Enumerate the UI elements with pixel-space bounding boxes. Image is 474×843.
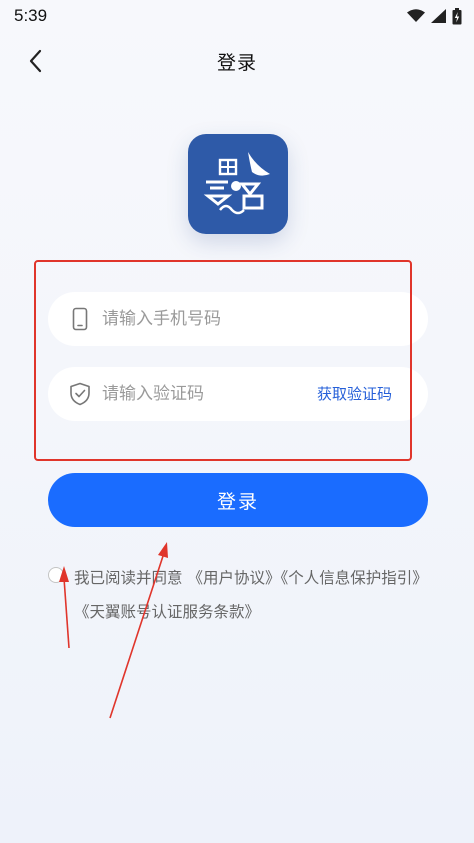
signal-icon (431, 9, 446, 23)
agreement-prefix: 我已阅读并同意 (74, 569, 188, 587)
back-button[interactable] (22, 46, 48, 76)
user-agreement-link[interactable]: 《用户协议》 (187, 569, 280, 587)
battery-icon (452, 7, 462, 24)
login-button[interactable]: 登录 (48, 473, 428, 527)
status-bar: 5:39 (0, 0, 474, 32)
agreement: 我已阅读并同意 《用户协议》《个人信息保护指引》《天翼账号认证服务条款》 (48, 561, 428, 629)
tianyi-terms-link[interactable]: 《天翼账号认证服务条款》 (74, 603, 260, 621)
agreement-text: 我已阅读并同意 《用户协议》《个人信息保护指引》《天翼账号认证服务条款》 (48, 561, 428, 629)
app-logo-icon (203, 152, 270, 215)
app-logo (188, 134, 288, 234)
page-title: 登录 (216, 51, 257, 74)
privacy-guide-link[interactable]: 《个人信息保护指引》 (280, 569, 427, 587)
status-icons (407, 7, 462, 25)
nav-bar: 登录 (0, 40, 474, 82)
agreement-checkbox[interactable] (48, 567, 64, 583)
chevron-left-icon (29, 49, 42, 73)
wifi-icon (407, 9, 425, 22)
annotation-highlight-box (34, 260, 412, 461)
status-time: 5:39 (14, 6, 48, 25)
